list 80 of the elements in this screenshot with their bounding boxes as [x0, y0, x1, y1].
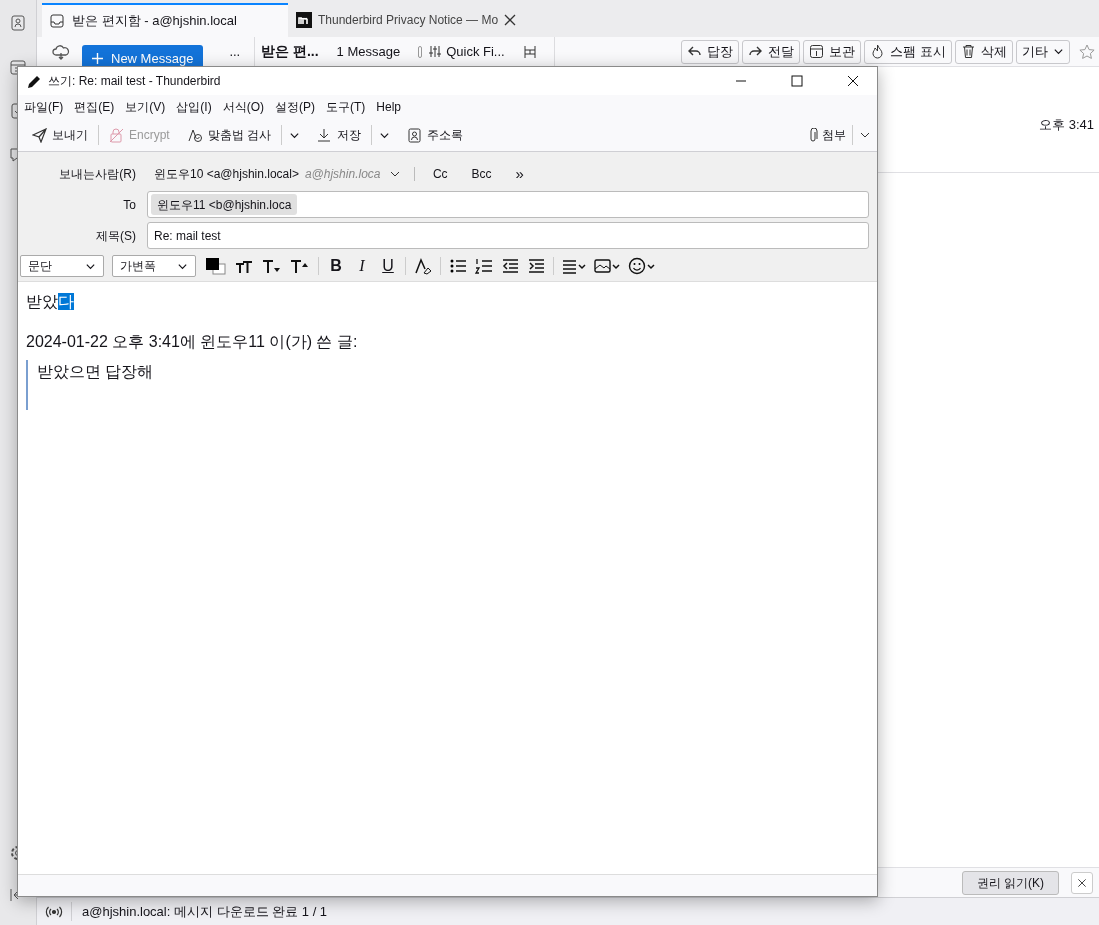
- window-title: 쓰기: Re: mail test - Thunderbird: [48, 73, 222, 90]
- plus-icon: [92, 53, 103, 64]
- message-time: 오후 3:41: [1039, 116, 1094, 134]
- numbered-list-icon[interactable]: [475, 257, 493, 275]
- to-field[interactable]: 윈도우11 <b@hjshin.loca: [147, 191, 869, 218]
- menu-item[interactable]: Help: [376, 98, 401, 116]
- paperclip-icon: [808, 127, 818, 143]
- rights-button[interactable]: 권리 읽기(K): [961, 870, 1059, 895]
- insert-image-icon[interactable]: [594, 257, 620, 275]
- maximize-icon[interactable]: [791, 75, 803, 87]
- tab[interactable]: Thunderbird Privacy Notice — Mo: [290, 3, 523, 37]
- menu-item[interactable]: 파일(F): [24, 98, 64, 116]
- menu-item[interactable]: 서식(O): [222, 98, 264, 116]
- from-label: 보내는사람(R): [58, 166, 136, 183]
- spell-check-icon: [187, 127, 203, 143]
- more-fields-button[interactable]: »: [510, 162, 529, 186]
- folder-name: 받은 편...: [261, 42, 319, 61]
- emoji-icon[interactable]: [628, 257, 656, 275]
- subject-label: 제목(S): [95, 227, 136, 245]
- status-text: a@hjshin.local: 메시지 다운로드 완료 1 / 1: [71, 901, 328, 922]
- menu-item[interactable]: 보기(V): [125, 98, 166, 116]
- toolbar-button[interactable]: 스팸 표시: [864, 39, 952, 64]
- connection-icon: [45, 904, 63, 919]
- trash-icon: [961, 44, 976, 59]
- toolbar-button[interactable]: 전달: [742, 39, 801, 64]
- address-book-icon[interactable]: [9, 14, 27, 32]
- dropdown[interactable]: 문단: [20, 255, 104, 277]
- message-text: 받았다: [26, 292, 74, 312]
- menu-item[interactable]: 삽입(I): [176, 98, 212, 116]
- address-book-icon: [407, 127, 423, 143]
- indent-icon[interactable]: [527, 257, 545, 275]
- send-icon: [32, 127, 47, 143]
- toolbar-button[interactable]: 답장: [681, 39, 740, 64]
- from-selector[interactable]: 윈도우10 <a@hjshin.local> a@hjshin.loca: [154, 165, 401, 183]
- archive-icon: [809, 44, 825, 59]
- recipient-pill[interactable]: 윈도우11 <b@hjshin.loca: [151, 194, 298, 215]
- flame-icon: [870, 44, 886, 59]
- toolbar-button[interactable]: 기타: [1016, 39, 1070, 64]
- bullet-list-icon[interactable]: [449, 257, 467, 275]
- cloud-icon[interactable]: [52, 43, 70, 60]
- toolbar-button[interactable]: 삭제: [955, 39, 1013, 64]
- columns-icon[interactable]: [522, 44, 537, 59]
- menu-item[interactable]: 편집(E): [74, 98, 115, 116]
- align-icon[interactable]: [562, 257, 586, 275]
- smaller-text-icon[interactable]: [262, 257, 282, 275]
- inbox-icon: [50, 14, 64, 28]
- underline-button[interactable]: U: [379, 254, 397, 278]
- toolbar-button[interactable]: 주소록: [401, 122, 470, 148]
- close-icon[interactable]: [504, 14, 517, 26]
- larger-text-icon[interactable]: [290, 257, 310, 275]
- toolbar-button[interactable]: 저장: [311, 122, 368, 148]
- cc-button[interactable]: Cc: [427, 165, 453, 183]
- attach-button[interactable]: 첨부: [808, 126, 846, 144]
- italic-button[interactable]: I: [353, 254, 371, 278]
- website-icon: [296, 12, 312, 28]
- close-icon[interactable]: [847, 75, 859, 87]
- dropdown[interactable]: 가변폭: [112, 255, 196, 277]
- quote-attribution: 2024-01-22 오후 3:41에 윈도우11 이(가) 쓴 글:: [26, 332, 358, 352]
- tab[interactable]: 받은 편지함 - a@hjshin.local: [42, 3, 288, 37]
- download-icon: [317, 127, 333, 143]
- subject-field[interactable]: Re: mail test: [147, 222, 869, 249]
- toolbar-button[interactable]: 보내기: [26, 122, 94, 148]
- clear-formatting-icon[interactable]: [414, 257, 432, 275]
- star-icon[interactable]: [1079, 43, 1095, 60]
- toolbar-button[interactable]: 맞춤법 검사: [181, 122, 278, 148]
- filter-icon: [429, 45, 443, 58]
- toolbar-button[interactable]: 보관: [803, 39, 862, 64]
- to-label: To: [122, 196, 136, 214]
- menu-item[interactable]: 도구(T): [326, 98, 366, 116]
- quoted-text: 받았으면 답장해: [37, 362, 154, 382]
- quick-filter-button[interactable]: Quick Fi...: [418, 41, 505, 62]
- menu-item[interactable]: 설정(P): [275, 98, 315, 116]
- lock-icon: [109, 127, 124, 143]
- text-color-icon[interactable]: [204, 257, 226, 275]
- bcc-button[interactable]: Bcc: [466, 165, 497, 183]
- bold-button[interactable]: B: [327, 254, 345, 278]
- more-button[interactable]: ...: [229, 41, 241, 62]
- message-count: 1 Message: [336, 42, 401, 61]
- outdent-icon[interactable]: [501, 257, 519, 275]
- pencil-icon: [27, 73, 42, 89]
